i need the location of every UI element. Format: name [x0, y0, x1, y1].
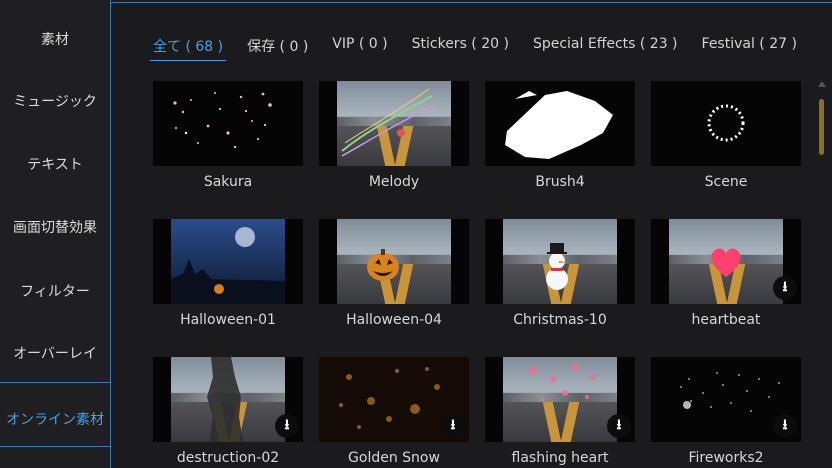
- sidebar-item-label: フィルター: [20, 284, 90, 300]
- media-item-label: Halloween-04: [346, 312, 442, 328]
- thumbnail[interactable]: [485, 81, 635, 166]
- vertical-scrollbar[interactable]: [817, 81, 827, 451]
- sidebar-item-music[interactable]: ミュージック: [0, 70, 110, 132]
- download-icon[interactable]: ⭳: [441, 414, 465, 438]
- road-scene-preview: [171, 357, 285, 442]
- thumbnail[interactable]: [651, 81, 801, 166]
- media-item-fireworks2[interactable]: ⭳ Fireworks2: [651, 357, 801, 466]
- thumbnail[interactable]: [153, 81, 303, 166]
- heart-sticker: [711, 248, 741, 277]
- download-icon[interactable]: ⭳: [773, 276, 797, 300]
- sidebar-item-online-media[interactable]: オンライン素材: [0, 388, 110, 450]
- media-item-brush4[interactable]: Brush4: [485, 81, 635, 190]
- sidebar-item-overlays[interactable]: オーバーレイ: [0, 322, 110, 384]
- brush-stroke-preview: [505, 91, 613, 159]
- scroll-up-arrow-icon[interactable]: [818, 81, 826, 87]
- media-item-label: flashing heart: [511, 450, 609, 466]
- road-scene-preview: [503, 219, 617, 304]
- sidebar-item-label: テキスト: [27, 157, 83, 173]
- thumbnail[interactable]: [319, 81, 469, 166]
- tab-festival[interactable]: Festival ( 27 ): [702, 36, 797, 58]
- download-icon[interactable]: ⭳: [607, 414, 631, 438]
- sidebar-item-label: オンライン素材: [6, 412, 104, 428]
- sidebar: 素材 ミュージック テキスト 画面切替効果 フィルター オーバーレイ オンライン…: [0, 0, 111, 468]
- media-item-label: Brush4: [535, 174, 585, 190]
- dotted-ring-preview: [707, 104, 745, 142]
- media-item-label: Golden Snow: [348, 450, 440, 466]
- media-item-label: Sakura: [203, 174, 253, 190]
- smoke-column-preview: [207, 357, 243, 442]
- thumbnail[interactable]: ⭳: [651, 357, 801, 442]
- tab-special-effects[interactable]: Special Effects ( 23 ): [533, 36, 678, 58]
- media-item-destruction-02[interactable]: ⭳ destruction-02: [153, 357, 303, 466]
- road-scene-preview: [337, 219, 451, 304]
- sidebar-item-filters[interactable]: フィルター: [0, 260, 110, 322]
- thumbnail[interactable]: [153, 219, 303, 304]
- media-item-label: Halloween-01: [180, 312, 276, 328]
- media-item-label: Scene: [704, 174, 748, 190]
- download-icon[interactable]: ⭳: [773, 414, 797, 438]
- melody-notes-preview: [341, 88, 436, 157]
- road-scene-preview: [503, 357, 617, 442]
- media-item-golden-snow[interactable]: ⭳ Golden Snow: [319, 357, 469, 466]
- thumbnail[interactable]: ⭳: [319, 357, 469, 442]
- floating-hearts-preview: [529, 363, 596, 401]
- tab-vip[interactable]: VIP ( 0 ): [332, 36, 387, 58]
- pumpkin-sticker: [367, 249, 399, 281]
- media-item-melody[interactable]: Melody: [319, 81, 469, 190]
- media-item-christmas-10[interactable]: Christmas-10: [485, 219, 635, 328]
- thumbnail[interactable]: ⭳: [153, 357, 303, 442]
- snowman-sticker: [546, 243, 568, 290]
- download-icon[interactable]: ⭳: [275, 414, 299, 438]
- content-panel: 全て ( 68 ) 保存 ( 0 ) VIP ( 0 ) Stickers ( …: [110, 2, 832, 468]
- tab-stickers[interactable]: Stickers ( 20 ): [412, 36, 509, 58]
- thumbnail[interactable]: [319, 219, 469, 304]
- halloween-poster-preview: [171, 219, 285, 304]
- sidebar-item-media[interactable]: 素材: [0, 8, 110, 70]
- media-item-heartbeat[interactable]: ⭳ heartbeat: [651, 219, 801, 328]
- media-item-flashing-heart[interactable]: ⭳ flashing heart: [485, 357, 635, 466]
- tab-saved[interactable]: 保存 ( 0 ): [247, 36, 308, 58]
- sidebar-item-label: 画面切替効果: [13, 220, 97, 236]
- tab-all[interactable]: 全て ( 68 ): [149, 36, 227, 61]
- thumbnail[interactable]: ⭳: [651, 219, 801, 304]
- thumbnail[interactable]: [485, 219, 635, 304]
- thumbnail[interactable]: ⭳: [485, 357, 635, 442]
- sidebar-item-text[interactable]: テキスト: [0, 133, 110, 195]
- road-scene-preview: [337, 81, 451, 166]
- media-item-label: destruction-02: [176, 450, 280, 466]
- media-item-scene[interactable]: Scene: [651, 81, 801, 190]
- road-scene-preview: [669, 219, 783, 304]
- scroll-thumb[interactable]: [819, 99, 824, 155]
- media-item-halloween-04[interactable]: Halloween-04: [319, 219, 469, 328]
- media-item-label: Melody: [368, 174, 420, 190]
- media-item-label: Christmas-10: [513, 312, 607, 328]
- sakura-petals-preview: [173, 92, 272, 149]
- media-item-sakura[interactable]: Sakura: [153, 81, 303, 190]
- category-tabs: 全て ( 68 ) 保存 ( 0 ) VIP ( 0 ) Stickers ( …: [149, 36, 797, 61]
- media-item-label: heartbeat: [691, 312, 761, 328]
- sidebar-item-label: オーバーレイ: [13, 346, 97, 362]
- media-item-label: Fireworks2: [688, 450, 764, 466]
- sidebar-item-label: 素材: [41, 32, 69, 48]
- sidebar-item-transitions[interactable]: 画面切替効果: [0, 196, 110, 258]
- media-item-halloween-01[interactable]: Halloween-01: [153, 219, 303, 328]
- sidebar-item-label: ミュージック: [13, 94, 97, 110]
